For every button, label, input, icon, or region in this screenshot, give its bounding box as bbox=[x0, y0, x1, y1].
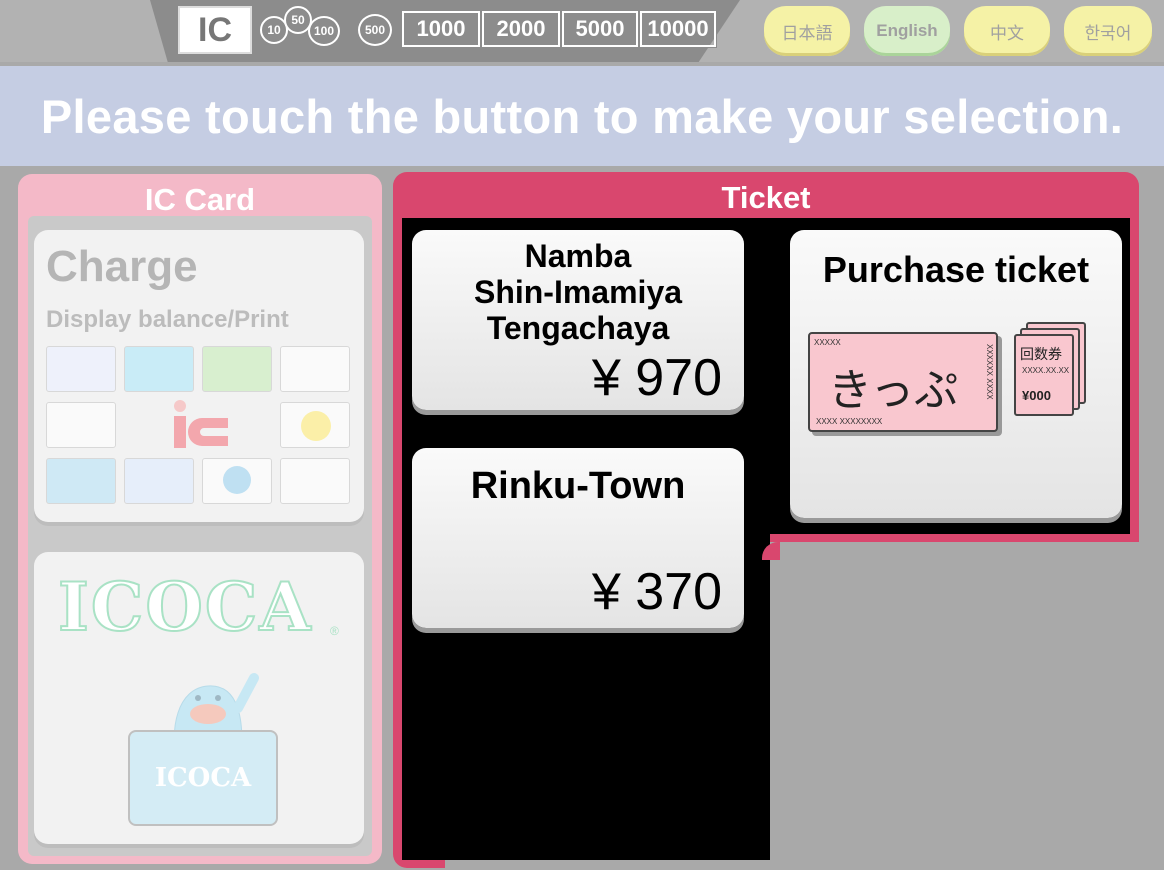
charge-button[interactable]: Charge Display balance/Print bbox=[34, 230, 364, 522]
icoca-logo: ICOCA bbox=[57, 567, 313, 647]
card-icon bbox=[46, 346, 116, 392]
ticket-kippu-text: きっぷ bbox=[828, 365, 959, 416]
card-icon bbox=[124, 346, 194, 392]
coin-500-icon: 500 bbox=[358, 14, 392, 46]
destination-line: Tengachaya bbox=[486, 310, 670, 346]
fare-destination: Rinku-Town bbox=[470, 465, 686, 507]
card-icon bbox=[124, 458, 194, 504]
card-icon bbox=[280, 346, 350, 392]
language-japanese-button[interactable]: 日本語 bbox=[764, 6, 850, 56]
icoca-button[interactable]: ICOCA ® ICOCA bbox=[34, 552, 364, 844]
card-icon bbox=[46, 402, 116, 448]
ticket-small-text: XXXXXX XXXX bbox=[985, 344, 994, 400]
fare-price: ¥ 970 bbox=[591, 349, 722, 407]
ic-logo-icon bbox=[166, 398, 232, 452]
ticket-icon: XXXXX きっぷ XXXX XXXXXXXX XXXXXX XXXX bbox=[808, 332, 998, 432]
card-icon bbox=[202, 346, 272, 392]
language-korean-button[interactable]: 한국어 bbox=[1064, 6, 1152, 56]
instruction-banner: Please touch the button to make your sel… bbox=[0, 66, 1164, 166]
card-icon bbox=[280, 402, 350, 448]
bill-1000-icon: 1000 bbox=[401, 10, 481, 48]
charge-title: Charge bbox=[46, 242, 198, 291]
icoca-card-icon: ICOCA bbox=[128, 730, 278, 826]
ticket-panel-title: Ticket bbox=[721, 180, 811, 215]
instruction-text: Please touch the button to make your sel… bbox=[40, 89, 1124, 143]
bill-5000-icon: 5000 bbox=[561, 10, 639, 48]
destination-line: Shin-Imamiya bbox=[473, 274, 683, 310]
charge-subtitle: Display balance/Print bbox=[46, 306, 289, 333]
fare-price: ¥ 370 bbox=[591, 563, 722, 621]
ticket-small-text: XXXX XXXXXXXX bbox=[816, 417, 883, 426]
registered-mark: ® bbox=[330, 624, 339, 638]
fare-button-rinku-town[interactable]: Rinku-Town ¥ 370 bbox=[412, 448, 744, 628]
card-icon bbox=[202, 458, 272, 504]
coupon-label: 回数券 bbox=[1020, 346, 1062, 362]
language-chinese-button[interactable]: 中文 bbox=[964, 6, 1050, 56]
ic-accepted-badge: IC bbox=[178, 6, 252, 54]
empty-area bbox=[778, 552, 1164, 870]
purchase-ticket-button[interactable]: Purchase ticket XXXXX きっぷ XXXX XXXXXXXX … bbox=[790, 230, 1122, 518]
coupon-price: ¥000 bbox=[1022, 388, 1051, 403]
bill-10000-icon: 10000 bbox=[639, 10, 717, 48]
coupon-ticket-icon: 回数券 XXXX.XX.XX ¥000 bbox=[1014, 334, 1074, 416]
card-icon bbox=[46, 458, 116, 504]
coin-100-icon: 100 bbox=[308, 16, 340, 46]
language-english-button[interactable]: English bbox=[864, 6, 950, 56]
bill-2000-icon: 2000 bbox=[481, 10, 561, 48]
destination-line: Namba bbox=[524, 238, 632, 274]
card-icon bbox=[280, 458, 350, 504]
fare-button-namba[interactable]: Namba Shin-Imamiya Tengachaya ¥ 970 bbox=[412, 230, 744, 410]
fare-destination: Namba Shin-Imamiya Tengachaya bbox=[412, 238, 744, 346]
ticket-small-text: XXXXX bbox=[814, 338, 841, 347]
ic-card-panel-title: IC Card bbox=[144, 182, 256, 217]
coupon-small-text: XXXX.XX.XX bbox=[1022, 366, 1070, 375]
purchase-ticket-title: Purchase ticket bbox=[822, 249, 1090, 290]
